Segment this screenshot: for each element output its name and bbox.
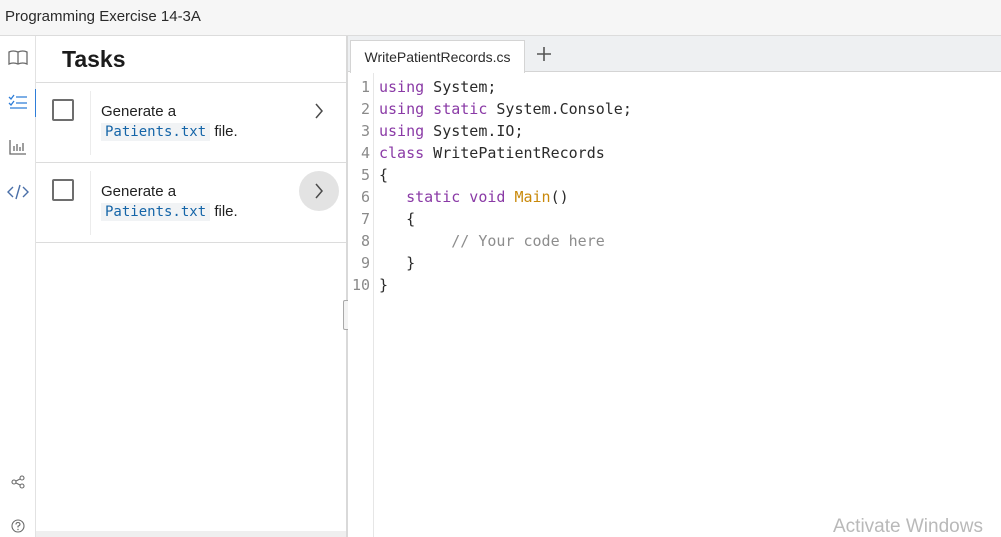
task-text: Generate a	[101, 103, 177, 120]
line-number: 2	[360, 100, 370, 118]
keyword: using static	[379, 100, 488, 118]
task-text-filename: Patients.txt file.	[101, 123, 238, 141]
code-line: using static System.Console;	[379, 98, 632, 120]
code-line: // Your code here	[379, 230, 605, 252]
line-number: 4	[360, 144, 370, 162]
code-text: System;	[424, 78, 497, 96]
code-line: using System.IO;	[379, 120, 524, 142]
chevron-right-icon	[315, 183, 323, 199]
filename-code: Patients.txt	[101, 203, 211, 221]
task-text-filename: Patients.txt file.	[101, 203, 238, 221]
task-checkbox[interactable]	[52, 99, 74, 121]
activate-windows-watermark: Activate Windows	[833, 516, 983, 537]
help-icon[interactable]	[0, 511, 36, 537]
share-icon[interactable]	[0, 467, 36, 497]
line-number: 3	[360, 122, 370, 140]
checklist-icon[interactable]	[0, 87, 37, 117]
line-number: 9	[360, 254, 370, 272]
task-item[interactable]: Generate a Patients.txt file.	[36, 163, 346, 243]
line-number: 1	[360, 78, 370, 96]
code-line: {	[379, 164, 388, 186]
editor-tab-bar: WritePatientRecords.cs	[348, 36, 1001, 73]
bar-chart-icon[interactable]	[0, 132, 36, 162]
book-icon[interactable]	[0, 43, 36, 73]
code-text: System.IO;	[424, 122, 524, 140]
chevron-right-icon	[315, 103, 323, 119]
expand-task-button[interactable]	[299, 171, 339, 211]
function-name: Main	[514, 188, 551, 206]
add-file-button[interactable]	[530, 42, 558, 66]
keyword: using	[379, 122, 425, 140]
task-text-suffix: file.	[214, 123, 238, 140]
title-bar: Programming Exercise 14-3A	[0, 0, 1001, 36]
horizontal-scrollbar[interactable]	[36, 531, 346, 537]
task-text-suffix: file.	[214, 203, 238, 220]
code-text: WritePatientRecords	[424, 144, 605, 162]
tasks-heading: Tasks	[62, 46, 126, 72]
code-text: }	[379, 254, 416, 272]
code-line: using System;	[379, 76, 496, 98]
code-line: class WritePatientRecords	[379, 142, 605, 164]
code-line: static void Main()	[379, 186, 569, 208]
code-text: ()	[550, 188, 569, 206]
line-number-gutter: 1 2 3 4 5 6 7 8 9 10	[348, 73, 374, 537]
task-checkbox[interactable]	[52, 179, 74, 201]
code-line: }	[379, 274, 388, 296]
code-editor: WritePatientRecords.cs 1 2 3 4 5 6 7 8 9…	[348, 36, 1001, 537]
code-text: {	[379, 210, 416, 228]
divider	[90, 171, 91, 235]
line-number: 10	[351, 276, 370, 294]
window-title: Programming Exercise 14-3A	[5, 8, 201, 25]
expand-task-button[interactable]	[299, 91, 339, 131]
code-text: System.Console;	[487, 100, 632, 118]
task-text: Generate a	[101, 183, 177, 200]
plus-icon	[537, 47, 551, 61]
line-number: 7	[360, 210, 370, 228]
tasks-panel: Tasks Generate a Patients.txt file. Gene…	[36, 36, 346, 537]
line-number: 8	[360, 232, 370, 250]
code-line: {	[379, 208, 415, 230]
code-text: }	[379, 276, 389, 294]
code-line: }	[379, 252, 415, 274]
keyword: class	[379, 144, 425, 162]
line-number: 5	[360, 166, 370, 184]
task-item[interactable]: Generate a Patients.txt file.	[36, 83, 346, 163]
code-icon[interactable]	[0, 177, 36, 207]
line-number: 6	[360, 188, 370, 206]
tab-write-patient-records[interactable]: WritePatientRecords.cs	[350, 40, 525, 73]
filename-code: Patients.txt	[101, 123, 211, 141]
code-text: {	[379, 166, 389, 184]
keyword: static void	[406, 188, 506, 206]
divider	[90, 91, 91, 155]
keyword: using	[379, 78, 425, 96]
activity-rail	[0, 36, 37, 537]
code-comment: // Your code here	[379, 232, 605, 250]
